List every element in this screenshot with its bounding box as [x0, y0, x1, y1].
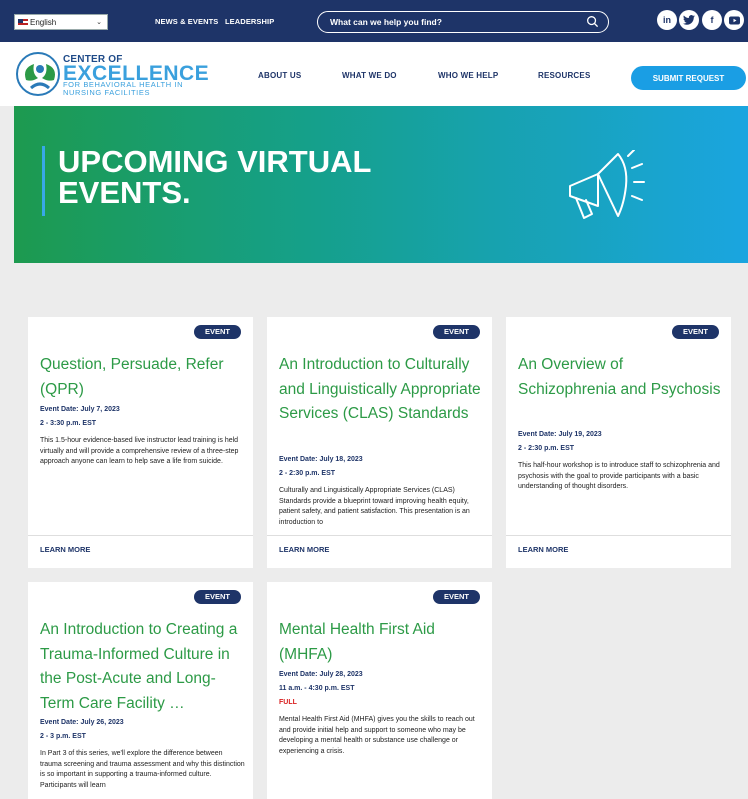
event-badge: EVENT: [193, 590, 241, 604]
event-date: Event Date: July 28, 2023: [279, 671, 363, 678]
megaphone-icon: [569, 150, 645, 219]
event-time: 2 - 2:30 p.m. EST: [279, 470, 336, 477]
event-description: Culturally and Linguistically Appropriat…: [279, 487, 470, 526]
event-card: EVENT Question, Persuade, Refer (QPR) Ev…: [28, 317, 253, 568]
event-description: This 1.5-hour evidence-based live instru…: [40, 437, 239, 465]
nav-what-we-do[interactable]: WHAT WE DO: [342, 71, 397, 80]
search-placeholder: What can we help you find?: [330, 17, 442, 27]
event-date: Event Date: July 18, 2023: [279, 456, 363, 463]
twitter-icon[interactable]: [679, 10, 699, 30]
logo-icon[interactable]: [16, 52, 60, 96]
event-title[interactable]: Mental Health First Aid (MHFA): [279, 618, 485, 667]
event-date: Event Date: July 19, 2023: [518, 431, 602, 438]
youtube-icon[interactable]: [724, 10, 744, 30]
event-title[interactable]: An Introduction to Culturally and Lingui…: [279, 353, 485, 427]
event-badge: EVENT: [432, 325, 480, 339]
news-events-link[interactable]: NEWS & EVENTS: [155, 17, 218, 26]
top-bar: English ⌄ NEWS & EVENTS LEADERSHIP What …: [0, 0, 748, 42]
hero-banner: UPCOMING VIRTUAL EVENTS.: [14, 106, 748, 263]
site-header: CENTER OF EXCELLENCE FOR BEHAVIORAL HEAL…: [0, 42, 748, 106]
event-description: This half-hour workshop is to introduce …: [518, 462, 720, 490]
event-title[interactable]: An Overview of Schizophrenia and Psychos…: [518, 353, 724, 402]
event-title[interactable]: Question, Persuade, Refer (QPR): [40, 353, 246, 402]
language-select[interactable]: English ⌄: [14, 14, 108, 30]
event-status: FULL: [279, 699, 297, 706]
language-label: English: [30, 17, 57, 27]
event-card: EVENT Mental Health First Aid (MHFA) Eve…: [267, 582, 492, 799]
event-card: EVENT An Introduction to Culturally and …: [267, 317, 492, 568]
event-date: Event Date: July 26, 2023: [40, 719, 124, 726]
event-time: 2 - 3 p.m. EST: [40, 733, 86, 740]
event-badge: EVENT: [671, 325, 719, 339]
event-badge: EVENT: [432, 590, 480, 604]
learn-more-link[interactable]: LEARN MORE: [518, 545, 568, 554]
event-description: In Part 3 of this series, we'll explore …: [40, 750, 245, 789]
nav-resources[interactable]: RESOURCES: [538, 71, 590, 80]
event-time: 2 - 3:30 p.m. EST: [40, 420, 97, 427]
card-divider: [28, 535, 253, 536]
chevron-down-icon: ⌄: [96, 19, 102, 26]
event-date: Event Date: July 7, 2023: [40, 406, 120, 413]
event-time: 11 a.m. - 4:30 p.m. EST: [279, 685, 355, 692]
search-icon[interactable]: [586, 15, 599, 28]
card-divider: [267, 535, 492, 536]
page-title: UPCOMING VIRTUAL EVENTS.: [58, 144, 371, 210]
card-divider: [506, 535, 731, 536]
facebook-icon[interactable]: f: [702, 10, 722, 30]
nav-about-us[interactable]: ABOUT US: [258, 71, 301, 80]
event-title[interactable]: An Introduction to Creating a Trauma-Inf…: [40, 618, 246, 716]
event-badge: EVENT: [193, 325, 241, 339]
event-description: Mental Health First Aid (MHFA) gives you…: [279, 716, 475, 755]
submit-request-button[interactable]: SUBMIT REQUEST: [631, 66, 746, 90]
event-time: 2 - 2:30 p.m. EST: [518, 445, 575, 452]
linkedin-icon[interactable]: in: [657, 10, 677, 30]
us-flag-icon: [18, 19, 28, 25]
logo-text-line3: FOR BEHAVIORAL HEALTH IN NURSING FACILIT…: [63, 80, 184, 97]
event-card: EVENT An Introduction to Creating a Trau…: [28, 582, 253, 799]
leadership-link[interactable]: LEADERSHIP: [225, 17, 274, 26]
search-input[interactable]: What can we help you find?: [317, 11, 609, 33]
nav-who-we-help[interactable]: WHO WE HELP: [438, 71, 498, 80]
learn-more-link[interactable]: LEARN MORE: [40, 545, 90, 554]
event-card: EVENT An Overview of Schizophrenia and P…: [506, 317, 731, 568]
learn-more-link[interactable]: LEARN MORE: [279, 545, 329, 554]
hero-accent-bar: [42, 146, 45, 216]
